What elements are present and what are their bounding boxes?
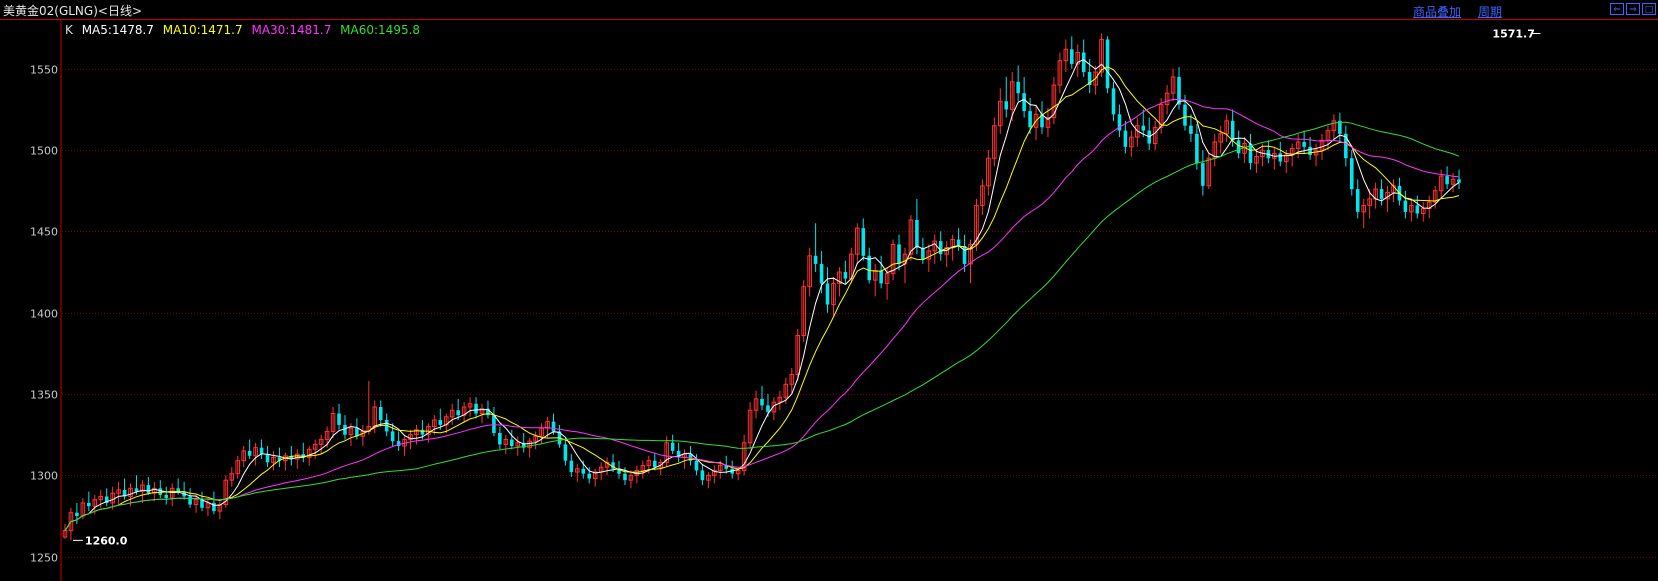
candle-body [438, 420, 443, 425]
candle-body [1379, 189, 1384, 199]
candle-body [938, 241, 943, 255]
candle-body [337, 413, 341, 425]
annotation-high: 1571.7 [1492, 27, 1534, 40]
candle-body [1302, 141, 1306, 147]
candle-body [456, 410, 460, 416]
candle-body [670, 442, 675, 451]
candle-body [1022, 93, 1026, 112]
candle-body [343, 424, 347, 435]
candle-body [1415, 205, 1420, 214]
candle-body [420, 429, 425, 435]
candle-body [819, 263, 824, 284]
y-tick-label: 1250 [30, 552, 58, 565]
candle-body [1403, 200, 1408, 212]
candle-body [1278, 153, 1283, 162]
candle-body [700, 470, 705, 481]
candle-body [1070, 49, 1074, 64]
candle-body [378, 407, 383, 421]
chart-title: 美黄金02(GLNG)<日线> [3, 4, 143, 18]
candle-body [146, 485, 151, 494]
product-overlay-link[interactable]: 商品叠加 [1413, 3, 1461, 20]
candle-body [1105, 39, 1110, 89]
y-tick-label: 1500 [30, 145, 58, 158]
candle-body [247, 450, 252, 456]
candle-body [1350, 158, 1354, 190]
candle-body [956, 239, 961, 247]
window-nav: ⇐ ⇒ □ [1610, 3, 1656, 15]
y-tick-label: 1400 [30, 308, 58, 321]
ma30-line [64, 98, 1460, 531]
candle-body [1445, 176, 1449, 185]
candle-body [587, 473, 592, 479]
candle-body [813, 255, 818, 264]
scroll-left-icon[interactable]: ⇐ [1610, 3, 1624, 15]
candle-body [843, 272, 848, 279]
scroll-right-icon[interactable]: ⇒ [1626, 3, 1640, 15]
candle-body [188, 496, 192, 505]
candle-body [861, 228, 866, 256]
candle-body [390, 431, 395, 442]
candle-body [581, 468, 586, 474]
annotation-low: 1260.0 [85, 534, 128, 547]
candle-body [1189, 125, 1193, 134]
candle-body [1183, 104, 1187, 126]
y-tick-label: 1300 [30, 470, 58, 483]
candle-body [1308, 146, 1312, 155]
period-link[interactable]: 周期 [1478, 3, 1502, 20]
candle-body [563, 444, 568, 461]
candle-body [1355, 189, 1360, 212]
candle-body [87, 502, 91, 507]
candle-body [75, 512, 79, 516]
candle-body [265, 454, 270, 463]
candle-body [1201, 163, 1205, 186]
candle-body [1230, 120, 1235, 141]
candle-body [551, 421, 556, 432]
chart-title-bar: 美黄金02(GLNG)<日线> 商品叠加 周期 ⇐ ⇒ □ [0, 0, 1658, 20]
candle-body [694, 460, 699, 471]
candle-body [760, 398, 764, 406]
candle-body [1123, 130, 1128, 147]
candle-body [259, 447, 264, 455]
y-tick-label: 1450 [30, 226, 58, 239]
candle-body [879, 270, 883, 284]
candle-body [1028, 111, 1032, 128]
candle-body [492, 415, 496, 434]
candle-body [1016, 81, 1020, 94]
candle-body [897, 244, 901, 264]
candle-body [474, 403, 478, 414]
candle-body [1236, 140, 1241, 154]
ma60-line [64, 121, 1460, 531]
candle-body [1004, 101, 1009, 110]
candle-body [1141, 125, 1146, 131]
candle-body [915, 220, 919, 248]
candle-body [623, 473, 627, 481]
y-tick-label: 1350 [30, 389, 58, 402]
candle-body [1195, 133, 1199, 164]
candle-body [1081, 52, 1086, 73]
candle-body [1177, 76, 1181, 105]
candle-body [825, 283, 830, 305]
candle-body [510, 439, 514, 447]
candle-body [498, 433, 502, 445]
candle-body [766, 405, 770, 412]
candle-body [652, 460, 657, 468]
candle-body [569, 460, 574, 473]
candle-body [158, 488, 163, 495]
candlestick-chart[interactable]: 1250 1300 1350 1400 1450 1500 1550 1260.0 1571.7 [0, 20, 1658, 581]
window-icon[interactable]: □ [1642, 3, 1656, 15]
candle-body [1111, 88, 1116, 115]
ma10-line [64, 66, 1460, 531]
y-tick-label: 1550 [30, 64, 58, 77]
candle-body [164, 494, 169, 499]
candle-body [1457, 179, 1461, 183]
